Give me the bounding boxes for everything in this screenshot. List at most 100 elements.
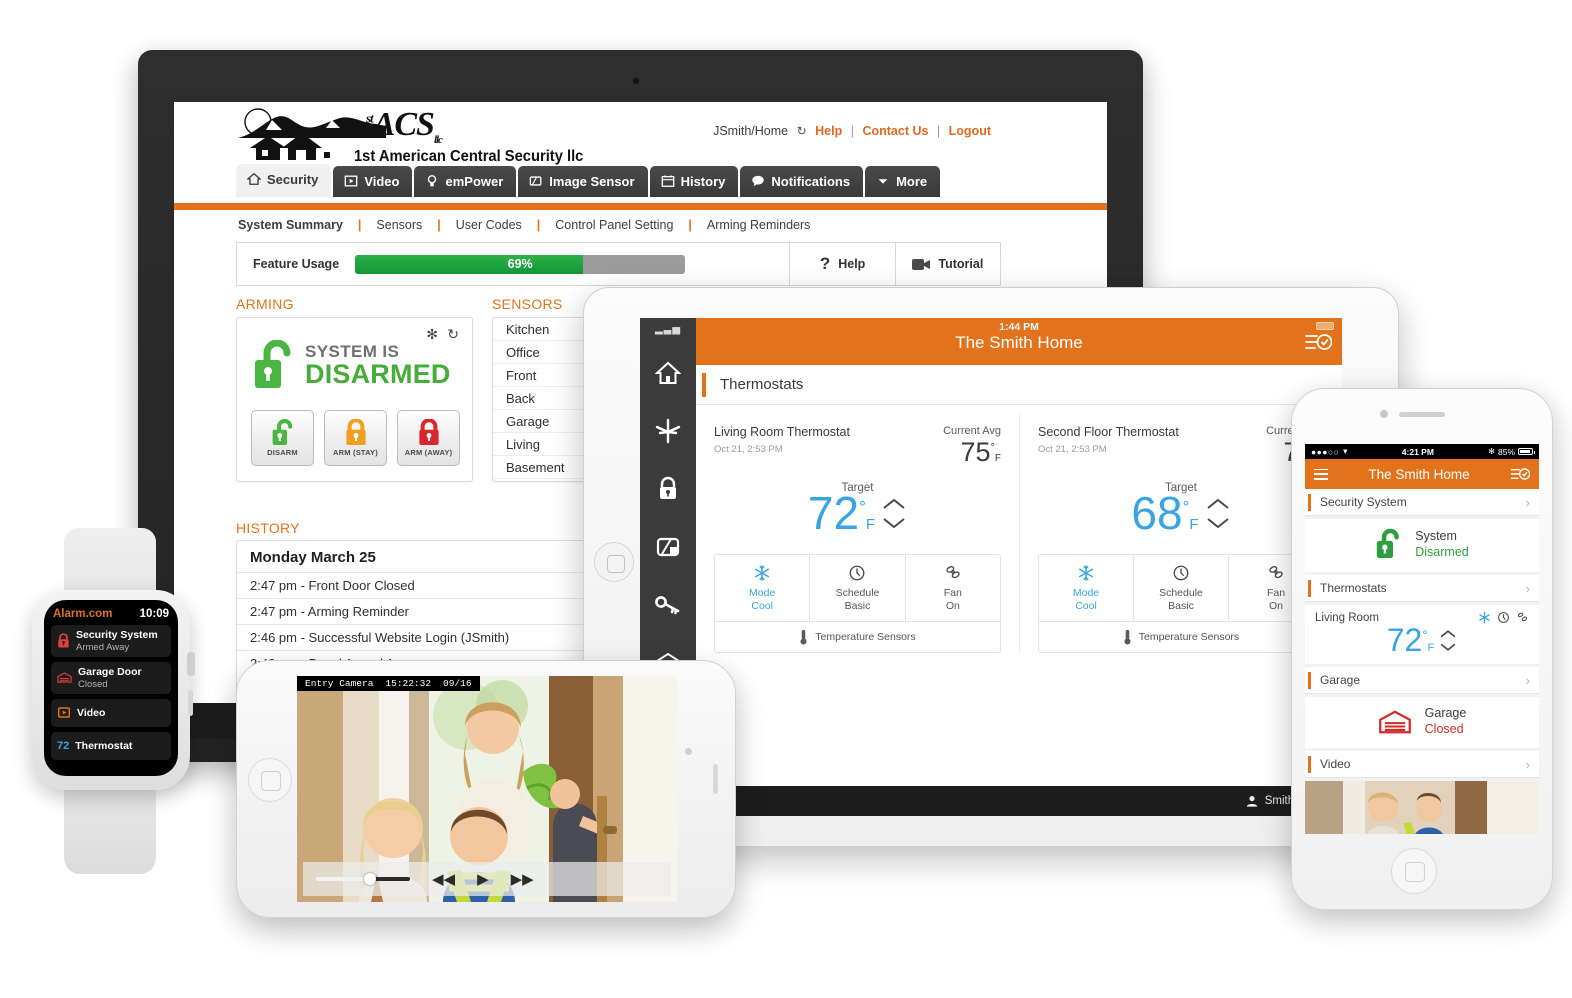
sidebar-item-home[interactable] bbox=[651, 356, 685, 390]
composite-device-mockup: stACSllc 1st American Central Security l… bbox=[0, 0, 1572, 998]
sidebar-item-access[interactable] bbox=[651, 588, 685, 622]
logout-link[interactable]: Logout bbox=[949, 124, 991, 138]
phone-thermostat-card[interactable]: Living Room 72°F bbox=[1305, 605, 1539, 664]
tab-video[interactable]: Video bbox=[333, 166, 413, 197]
forward-button[interactable]: ▶▶ bbox=[511, 872, 534, 887]
tab-empower[interactable]: emPower bbox=[414, 166, 517, 197]
tab-notifications[interactable]: Notifications bbox=[740, 166, 864, 197]
battery-icon bbox=[1518, 448, 1535, 455]
phone-thermostat-unit: F bbox=[1427, 642, 1435, 654]
tab-security[interactable]: Security bbox=[236, 164, 332, 197]
chevron-up-icon[interactable] bbox=[1205, 497, 1231, 511]
disarm-button[interactable]: DISARM bbox=[251, 410, 314, 466]
chevron-up-icon[interactable] bbox=[881, 497, 907, 511]
snowflake-icon[interactable] bbox=[1478, 611, 1491, 624]
help-link[interactable]: Help bbox=[815, 124, 842, 138]
phone-video-screen: Entry Camera 15:22:32 09/16 ◀◀ ▶ ▶▶ bbox=[297, 676, 677, 902]
list-check-icon[interactable] bbox=[1304, 331, 1332, 353]
degree-symbol: ° bbox=[859, 497, 866, 517]
subnav-control-panel-setting[interactable]: Control Panel Setting bbox=[553, 218, 675, 232]
tab-image-sensor[interactable]: Image Sensor bbox=[518, 166, 648, 197]
phone-thermostat-value: 72 bbox=[1386, 622, 1423, 658]
speech-bubble-icon bbox=[752, 175, 765, 187]
hamburger-icon[interactable] bbox=[1314, 468, 1328, 480]
chevron-down-icon[interactable] bbox=[881, 516, 907, 530]
list-check-icon[interactable] bbox=[1510, 466, 1530, 482]
arm-stay-button[interactable]: ARM (STAY) bbox=[324, 410, 387, 466]
tab-empower-label: emPower bbox=[445, 173, 504, 189]
rewind-button[interactable]: ◀◀ bbox=[432, 872, 455, 887]
phone-section-garage[interactable]: Garage › bbox=[1305, 667, 1539, 694]
watch-item-garage-door[interactable]: Garage Door Closed bbox=[51, 661, 171, 694]
phone-garage-line1: Garage bbox=[1424, 706, 1467, 720]
schedule-control[interactable]: Schedule Basic bbox=[809, 555, 904, 622]
arming-buttons: DISARM ARM (STAY) ARM (AWAY) bbox=[251, 410, 460, 466]
header-orange-rule bbox=[174, 203, 1107, 210]
chevron-up-icon[interactable] bbox=[1439, 629, 1457, 639]
subnav-arming-reminders[interactable]: Arming Reminders bbox=[705, 218, 813, 232]
tab-history[interactable]: History bbox=[649, 166, 739, 197]
tablet-home-button[interactable] bbox=[594, 542, 634, 582]
tablet-footer: Smith Home bbox=[696, 786, 1342, 816]
phone-home-button[interactable] bbox=[248, 758, 292, 802]
phone-home-button[interactable] bbox=[1391, 848, 1437, 894]
phone-title: The Smith Home bbox=[1368, 466, 1470, 482]
subnav-system-summary[interactable]: System Summary bbox=[236, 218, 345, 232]
tab-more[interactable]: More bbox=[865, 166, 941, 197]
phone-section-security-system[interactable]: Security System › bbox=[1305, 489, 1539, 516]
subnav-sep-2: | bbox=[437, 218, 441, 232]
mode-label: Mode bbox=[749, 587, 776, 599]
chevron-down-icon[interactable] bbox=[1439, 642, 1457, 652]
usage-tutorial-button[interactable]: Tutorial bbox=[894, 242, 1000, 286]
video-seek-knob[interactable] bbox=[364, 873, 377, 885]
temperature-sensors-button[interactable]: Temperature Sensors bbox=[1039, 621, 1323, 652]
arming-status-line1: SYSTEM IS bbox=[305, 342, 400, 362]
fan-icon[interactable] bbox=[1516, 611, 1529, 624]
watch-side-button[interactable] bbox=[188, 690, 193, 716]
phone-security-card[interactable]: System Disarmed bbox=[1305, 519, 1539, 572]
watch-item-security-system[interactable]: Security System Armed Away bbox=[51, 625, 171, 657]
schedule-control[interactable]: Schedule Basic bbox=[1133, 555, 1228, 622]
user-name: JSmith/Home bbox=[713, 124, 789, 138]
video-seek-slider[interactable] bbox=[315, 873, 410, 885]
sidebar-item-security[interactable] bbox=[651, 472, 685, 506]
smartwatch-device: Alarm.com 10:09 Security System Armed Aw… bbox=[18, 528, 203, 874]
watch-item-thermostat[interactable]: 72 Thermostat bbox=[51, 731, 171, 760]
section-accent-bar bbox=[1308, 755, 1311, 773]
phone-section-thermostats[interactable]: Thermostats › bbox=[1305, 575, 1539, 602]
watch-item-video[interactable]: Video bbox=[51, 698, 171, 727]
mode-label: Mode bbox=[1072, 587, 1100, 599]
sidebar-item-image-sensor[interactable] bbox=[651, 530, 685, 564]
refresh-icon[interactable]: ↻ bbox=[797, 124, 807, 138]
play-button[interactable]: ▶ bbox=[477, 872, 489, 887]
garage-icon bbox=[57, 672, 72, 684]
usage-help-button[interactable]: ? Help bbox=[789, 242, 894, 286]
digital-crown[interactable] bbox=[187, 652, 195, 676]
phone-garage-card[interactable]: Garage Closed bbox=[1305, 697, 1539, 749]
contact-us-link[interactable]: Contact Us bbox=[862, 124, 928, 138]
sidebar-item-sensors[interactable] bbox=[651, 414, 685, 448]
camera-timestamp: 15:22:32 bbox=[385, 678, 432, 689]
fan-control[interactable]: Fan On bbox=[904, 555, 1000, 622]
calendar-icon bbox=[661, 175, 674, 187]
clock-icon[interactable] bbox=[1497, 611, 1510, 624]
target-value: 72 bbox=[807, 487, 860, 539]
temperature-sensors-button[interactable]: Temperature Sensors bbox=[715, 621, 1000, 652]
subnav-sensors[interactable]: Sensors bbox=[374, 218, 424, 232]
phone-garage-line2: Closed bbox=[1424, 721, 1464, 736]
current-avg-label: Current Avg bbox=[943, 425, 1001, 437]
phone-video-thumbnail[interactable] bbox=[1305, 781, 1539, 834]
locked-padlock-icon bbox=[345, 419, 366, 445]
arm-away-button[interactable]: ARM (AWAY) bbox=[397, 410, 460, 466]
userbar-sep-1: | bbox=[850, 124, 854, 138]
thermostats-section-header[interactable]: Thermostats bbox=[696, 365, 1342, 405]
mode-control[interactable]: Mode Cool bbox=[715, 555, 809, 621]
chevron-down-icon[interactable] bbox=[1205, 516, 1231, 530]
phone-section-video[interactable]: Video › bbox=[1305, 751, 1539, 779]
target-steppers bbox=[1205, 497, 1231, 530]
subnav-user-codes[interactable]: User Codes bbox=[454, 218, 524, 232]
arm-stay-button-label: ARM (STAY) bbox=[333, 448, 378, 457]
mode-control[interactable]: Mode Cool bbox=[1039, 555, 1133, 621]
question-mark-icon: ? bbox=[819, 254, 831, 273]
thermostat-controls: Mode Cool Schedule Basic Fan On Temperat… bbox=[1038, 554, 1324, 654]
